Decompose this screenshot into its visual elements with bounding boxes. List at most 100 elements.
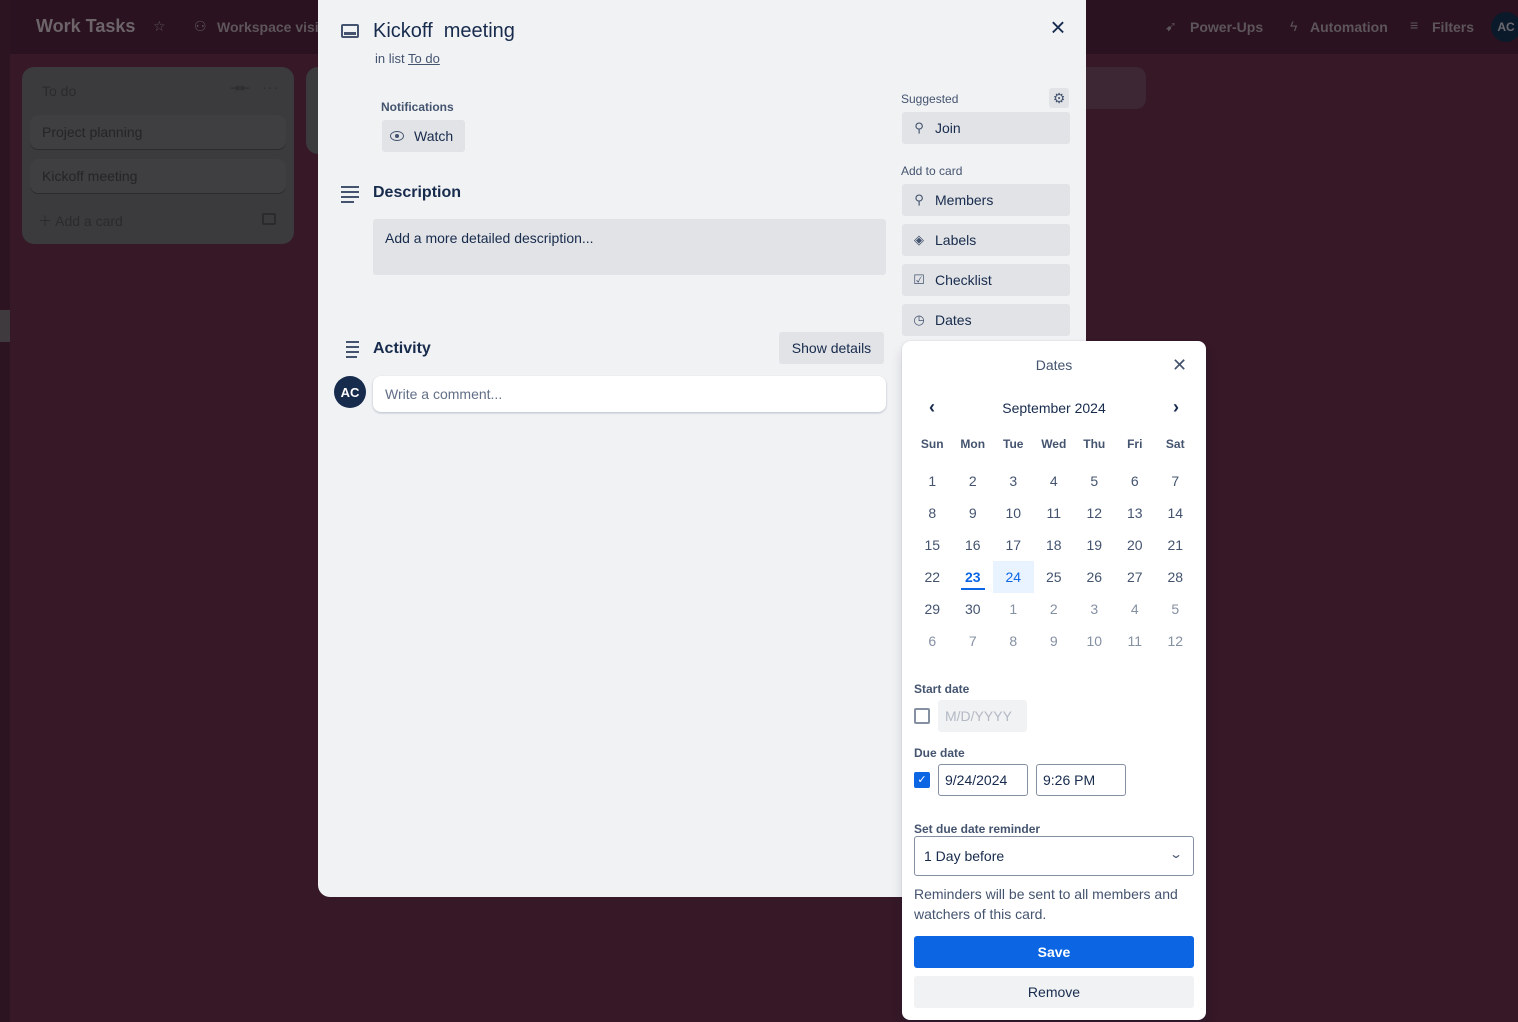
calendar-day[interactable]: 27 [1115, 561, 1156, 593]
add-card-button[interactable]: ＋ Add a card [38, 211, 123, 231]
reminder-select[interactable]: 1 Day before ⌄ [914, 836, 1194, 876]
calendar-day[interactable]: 30 [953, 593, 994, 625]
list-card[interactable]: Kickoff meeting [30, 159, 286, 193]
calendar-day[interactable]: 21 [1155, 529, 1196, 561]
due-date-input[interactable]: 9/24/2024 [938, 764, 1028, 796]
close-modal-button[interactable]: × [1044, 14, 1072, 42]
calendar-day[interactable]: 8 [993, 625, 1034, 657]
people-icon: ⚇ [194, 18, 207, 34]
calendar-day[interactable]: 9 [1034, 625, 1075, 657]
calendar-day[interactable]: 17 [993, 529, 1034, 561]
calendar-day[interactable]: 10 [1074, 625, 1115, 657]
powerups-button[interactable]: Power-Ups [1190, 19, 1263, 35]
calendar-day[interactable]: 6 [912, 625, 953, 657]
card-title[interactable]: Kickoff meeting [373, 20, 515, 43]
calendar-day[interactable]: 13 [1115, 497, 1156, 529]
calendar-day[interactable]: 24 [993, 561, 1034, 593]
chevron-down-icon: ⌄ [1168, 847, 1184, 861]
calendar-day[interactable]: 9 [953, 497, 994, 529]
rocket-icon: ➹ [1165, 18, 1177, 34]
comment-input[interactable]: Write a comment... [373, 376, 886, 412]
star-icon[interactable]: ☆ [153, 18, 166, 35]
calendar-day[interactable]: 4 [1115, 593, 1156, 625]
add-list-area[interactable] [1086, 67, 1146, 109]
calendar-day[interactable]: 7 [953, 625, 994, 657]
add-card-label: Add a card [55, 213, 123, 229]
lightning-icon: ϟ [1290, 18, 1298, 34]
sidebar-expand-handle[interactable] [0, 310, 10, 342]
calendar-day[interactable]: 12 [1074, 497, 1115, 529]
calendar-day[interactable]: 1 [912, 465, 953, 497]
checklist-label: Checklist [935, 272, 992, 288]
due-date-checkbox[interactable]: ✓ [914, 772, 930, 788]
calendar-day[interactable]: 23 [953, 561, 994, 593]
remove-button[interactable]: Remove [914, 976, 1194, 1008]
avatar[interactable]: AC [334, 376, 366, 408]
calendar-day[interactable]: 26 [1074, 561, 1115, 593]
start-date-checkbox[interactable] [914, 708, 930, 724]
calendar-day[interactable]: 1 [993, 593, 1034, 625]
calendar-day[interactable]: 2 [1034, 593, 1075, 625]
dates-button[interactable]: ◷ Dates [902, 304, 1070, 336]
board-title[interactable]: Work Tasks [36, 16, 135, 37]
calendar-day[interactable]: 20 [1115, 529, 1156, 561]
gear-icon[interactable]: ⚙ [1049, 88, 1069, 108]
calendar-day[interactable]: 5 [1074, 465, 1115, 497]
calendar-day[interactable]: 7 [1155, 465, 1196, 497]
list-card[interactable]: Project planning [30, 115, 286, 149]
calendar-day[interactable]: 28 [1155, 561, 1196, 593]
template-icon[interactable] [262, 213, 276, 225]
due-date-label: Due date [914, 746, 965, 760]
due-time-input[interactable]: 9:26 PM [1036, 764, 1126, 796]
weekday-header: Sun [920, 437, 944, 451]
calendar-day[interactable]: 2 [953, 465, 994, 497]
calendar-day[interactable]: 6 [1115, 465, 1156, 497]
calendar-day[interactable]: 5 [1155, 593, 1196, 625]
show-details-button[interactable]: Show details [779, 332, 884, 364]
calendar-day[interactable]: 22 [912, 561, 953, 593]
next-month-button[interactable]: › [1166, 397, 1186, 418]
checklist-icon: ☑ [913, 272, 925, 287]
reminder-label: Set due date reminder [914, 822, 1041, 836]
calendar-day[interactable]: 19 [1074, 529, 1115, 561]
list-title[interactable]: To do [42, 83, 76, 99]
save-button[interactable]: Save [914, 936, 1194, 968]
in-list-prefix: in list [375, 51, 405, 66]
more-icon[interactable]: ··· [262, 79, 279, 95]
plus-icon: ＋ [38, 213, 56, 229]
join-button[interactable]: ⚲ Join [902, 112, 1070, 144]
calendar-day[interactable]: 25 [1034, 561, 1075, 593]
calendar-day[interactable]: 10 [993, 497, 1034, 529]
calendar-day[interactable]: 18 [1034, 529, 1075, 561]
start-date-input[interactable]: M/D/YYYY [938, 700, 1027, 732]
visibility-button[interactable]: Workspace visib [217, 19, 327, 35]
watch-button[interactable]: Watch [382, 120, 465, 152]
checklist-button[interactable]: ☑ Checklist [902, 264, 1070, 296]
calendar-grid: Sun Mon Tue Wed Thu Fri Sat 1 2 3 4 5 6 7 8 9 10 11 12 13 14… [912, 437, 1196, 657]
collapse-icon[interactable]: ⇥⇤ [230, 81, 250, 95]
calendar-day[interactable]: 4 [1034, 465, 1075, 497]
calendar-day[interactable]: 11 [1115, 625, 1156, 657]
filters-button[interactable]: Filters [1432, 19, 1474, 35]
close-popover-button[interactable]: ✕ [1172, 355, 1187, 376]
reminder-value: 1 Day before [924, 848, 1005, 864]
calendar-day[interactable]: 11 [1034, 497, 1075, 529]
calendar-day[interactable]: 12 [1155, 625, 1196, 657]
calendar-day[interactable]: 29 [912, 593, 953, 625]
calendar-day[interactable]: 14 [1155, 497, 1196, 529]
person-icon: ⚲ [914, 192, 924, 207]
calendar-day[interactable]: 3 [993, 465, 1034, 497]
automation-button[interactable]: Automation [1310, 19, 1388, 35]
member-avatar[interactable]: AC [1491, 12, 1518, 42]
calendar-day[interactable]: 8 [912, 497, 953, 529]
card-list-info: in list To do [375, 51, 440, 66]
calendar-day[interactable]: 15 [912, 529, 953, 561]
labels-button[interactable]: ◈ Labels [902, 224, 1070, 256]
list-link[interactable]: To do [408, 51, 440, 66]
calendar-day[interactable]: 16 [953, 529, 994, 561]
list-to-do: To do ⇥⇤ ··· Project planning Kickoff me… [22, 67, 294, 244]
members-button[interactable]: ⚲ Members [902, 184, 1070, 216]
add-to-card-label: Add to card [901, 164, 963, 178]
description-input[interactable]: Add a more detailed description... [373, 219, 886, 275]
calendar-day[interactable]: 3 [1074, 593, 1115, 625]
